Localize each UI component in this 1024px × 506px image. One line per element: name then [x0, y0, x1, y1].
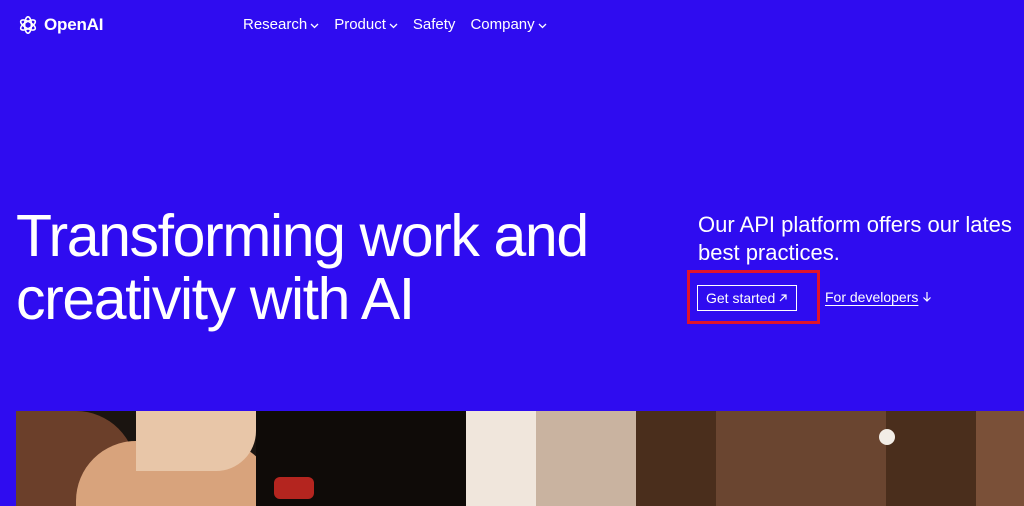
main-nav: Research Product Safety Company	[243, 16, 547, 33]
hero-title-line: Transforming work and	[16, 203, 589, 269]
nav-company[interactable]: Company	[470, 16, 547, 33]
for-developers-label: For developers	[825, 289, 919, 305]
brand-logo[interactable]: OpenAI	[16, 13, 103, 37]
chevron-down-icon	[310, 23, 319, 28]
nav-company-label: Company	[470, 16, 535, 33]
chevron-down-icon	[538, 23, 547, 28]
get-started-button[interactable]: Get started	[697, 285, 798, 311]
arrow-up-right-icon	[779, 294, 787, 302]
chevron-down-icon	[389, 23, 398, 28]
openai-logo-icon	[19, 16, 37, 34]
hero-lead-text: Our API platform offers our lates best p…	[698, 211, 1024, 267]
hero-title: Transforming work and creativity with AI	[16, 205, 676, 331]
nav-safety-label: Safety	[412, 16, 456, 33]
arrow-down-icon	[923, 292, 932, 302]
nav-product-label: Product	[334, 16, 386, 33]
nav-product[interactable]: Product	[334, 16, 398, 33]
hero-title-line: creativity with AI	[16, 266, 415, 332]
nav-research-label: Research	[243, 16, 308, 33]
hero-photo	[16, 411, 1024, 506]
for-developers-link[interactable]: For developers	[825, 289, 932, 305]
brand-name: OpenAI	[44, 15, 104, 34]
hero-lead-line: best practices.	[698, 240, 840, 265]
hero-lead-line: Our API platform offers our lates	[698, 212, 1012, 237]
get-started-label: Get started	[706, 290, 776, 306]
nav-safety[interactable]: Safety	[413, 16, 456, 33]
nav-research[interactable]: Research	[243, 16, 319, 33]
